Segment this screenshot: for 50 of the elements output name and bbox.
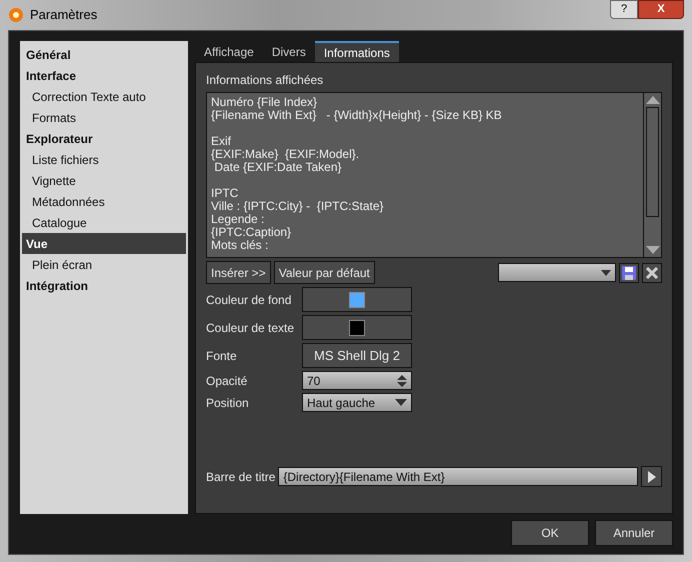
- caret-icon: [601, 270, 611, 276]
- title-bar-field[interactable]: {Directory}{Filename With Ext}: [278, 467, 638, 486]
- font-button[interactable]: MS Shell Dlg 2: [302, 343, 412, 368]
- field-label: Couleur de texte: [206, 320, 296, 336]
- save-button[interactable]: [619, 262, 639, 282]
- field-label: Opacité: [206, 372, 248, 390]
- field-label: Couleur de fond: [206, 292, 292, 308]
- section-label: Informations affichées: [206, 72, 324, 89]
- scroll-down-icon[interactable]: [646, 246, 660, 255]
- cancel-button[interactable]: Annuler: [595, 520, 673, 546]
- tab[interactable]: Affichage: [195, 41, 263, 62]
- preset-dropdown[interactable]: [498, 263, 616, 282]
- play-icon: [648, 470, 656, 482]
- insert-button[interactable]: Insérer >>: [206, 261, 271, 284]
- scroll-up-icon[interactable]: [646, 95, 660, 104]
- text-area[interactable]: Numéro {File Index} {Filename With Ext} - {Width}x{Height} - {Size KB} KB Exif {EXIF:Make} {EXIF:Model}. Date {EXIF:Date Taken} IPTC Ville : {IPTC:City} - {IPTC:State} Legende : {IPTC:Caption} Mots clés :: [206, 92, 644, 258]
- sidebar-item[interactable]: Intégration: [22, 275, 186, 296]
- color-picker-button[interactable]: [302, 315, 412, 340]
- sidebar-item[interactable]: Correction Texte auto: [22, 86, 186, 107]
- tab[interactable]: Informations: [314, 41, 399, 62]
- close-button[interactable]: X: [638, 0, 684, 19]
- sidebar-item[interactable]: Plein écran: [22, 254, 186, 275]
- sidebar-item[interactable]: Liste fichiers: [22, 149, 186, 170]
- insert-arrow-button[interactable]: [641, 466, 662, 487]
- app-logo-icon: [8, 7, 24, 23]
- scrollbar[interactable]: [644, 92, 662, 258]
- sidebar-item[interactable]: Vignette: [22, 170, 186, 191]
- sidebar-item[interactable]: Vue: [22, 233, 186, 254]
- sidebar-item[interactable]: Explorateur: [22, 128, 186, 149]
- sidebar-item[interactable]: Général: [22, 44, 186, 65]
- delete-button[interactable]: [642, 262, 662, 282]
- tab[interactable]: Divers: [262, 41, 315, 62]
- spin-arrows-icon[interactable]: [397, 374, 407, 386]
- opacity-spinbox[interactable]: 70: [302, 371, 412, 390]
- sidebar-item[interactable]: Interface: [22, 65, 186, 86]
- sidebar-item[interactable]: Formats: [22, 107, 186, 128]
- window-title: Paramètres: [30, 6, 98, 24]
- caret-icon: [395, 399, 407, 406]
- field-label: Fonte: [206, 348, 238, 364]
- sidebar-item[interactable]: Métadonnées: [22, 191, 186, 212]
- default-button[interactable]: Valeur par défaut: [274, 261, 375, 284]
- ok-button[interactable]: OK: [511, 520, 589, 546]
- field-label: Barre de titre: [206, 468, 276, 486]
- help-button[interactable]: ?: [610, 0, 638, 19]
- field-label: Position: [206, 394, 250, 412]
- color-picker-button[interactable]: [302, 287, 412, 312]
- position-dropdown[interactable]: Haut gauche: [302, 393, 412, 412]
- close-icon: [646, 266, 658, 278]
- scroll-thumb[interactable]: [646, 107, 659, 217]
- sidebar-item[interactable]: Catalogue: [22, 212, 186, 233]
